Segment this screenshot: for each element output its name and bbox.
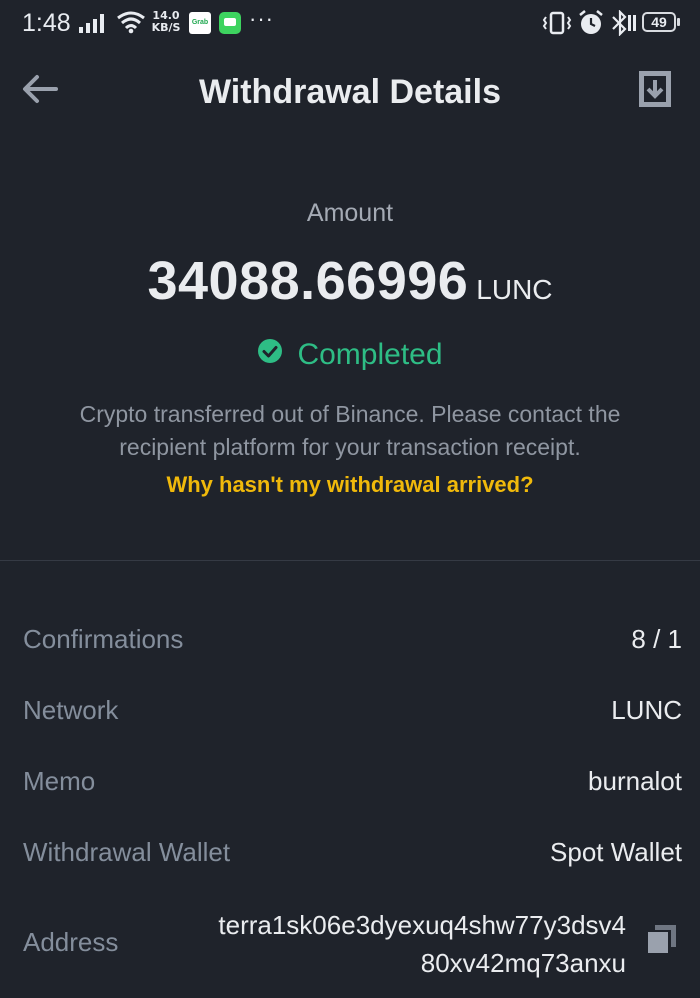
- battery-level: 49: [642, 12, 676, 32]
- detail-row-confirmations: Confirmations 8 / 1: [0, 600, 700, 660]
- divider: [0, 560, 700, 561]
- detail-value: burnalot: [588, 766, 682, 796]
- more-notifications-icon: ···: [249, 6, 274, 31]
- amount-label: Amount: [306, 199, 394, 227]
- network-speed: 14.0 KB/S: [151, 9, 181, 34]
- check-circle-icon: [258, 339, 283, 363]
- detail-label: Address: [23, 927, 119, 957]
- detail-row-memo: Memo burnalot: [0, 742, 700, 802]
- status-text: Completed: [297, 338, 443, 371]
- amount-value: 34088.66996: [147, 251, 469, 311]
- alarm-icon: [579, 10, 603, 34]
- grab-app-icon: Grab: [189, 12, 211, 34]
- detail-row-network: Network LUNC: [0, 671, 700, 731]
- header: Withdrawal Details: [0, 52, 700, 128]
- address-value: terra1sk06e3dyexuq4shw77y3dsv480xv42mq73…: [218, 910, 626, 978]
- amount-unit: LUNC: [476, 274, 553, 305]
- status-row: Completed: [0, 338, 700, 372]
- detail-value: LUNC: [611, 695, 682, 725]
- status-bar-time: 1:48: [22, 9, 71, 37]
- message-app-icon: [219, 12, 241, 34]
- wifi-icon: [117, 11, 145, 34]
- page-title: Withdrawal Details: [199, 73, 501, 111]
- help-link[interactable]: Why hasn't my withdrawal arrived?: [0, 470, 700, 500]
- status-bar: 1:48 14.0 KB/S Grab ··· 49: [0, 0, 700, 48]
- detail-value: 8 / 1: [631, 624, 682, 654]
- battery-icon: 49: [642, 12, 682, 34]
- detail-label: Memo: [23, 766, 96, 796]
- download-icon[interactable]: [636, 68, 674, 110]
- detail-label: Withdrawal Wallet: [23, 837, 231, 867]
- notice-text: Crypto transferred out of Binance. Pleas…: [79, 401, 621, 460]
- signal-icon: [79, 14, 104, 33]
- detail-value: Spot Wallet: [550, 837, 682, 867]
- copy-icon[interactable]: [646, 923, 678, 955]
- amount-row: 34088.66996 LUNC: [0, 250, 700, 312]
- vibrate-icon: [542, 11, 572, 35]
- detail-label: Network: [23, 695, 119, 725]
- bluetooth-icon: [612, 10, 636, 36]
- detail-row-withdrawal-wallet: Withdrawal Wallet Spot Wallet: [0, 813, 700, 873]
- detail-label: Confirmations: [23, 624, 184, 654]
